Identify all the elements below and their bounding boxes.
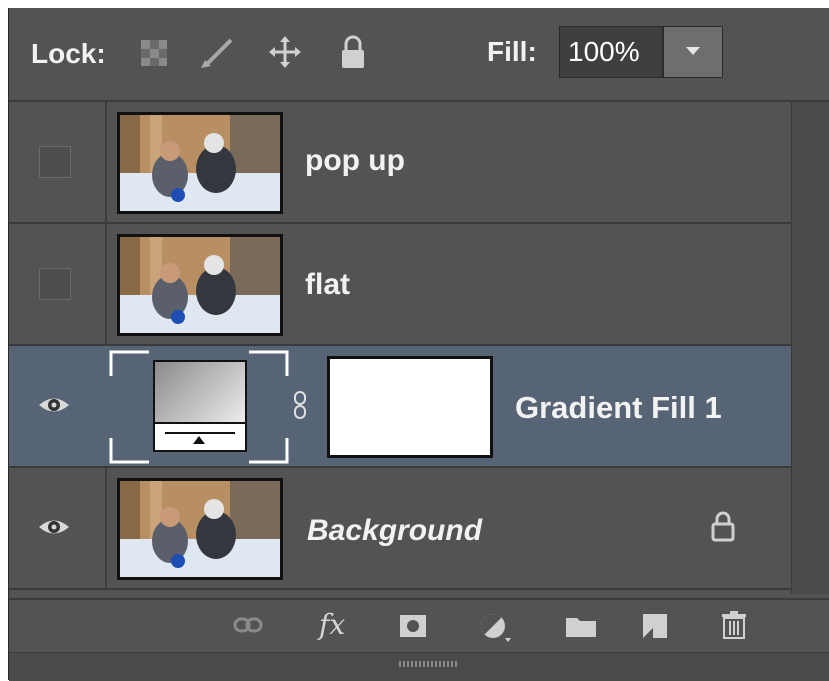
- layer-row-selected[interactable]: Gradient Fill 1: [9, 346, 791, 468]
- resize-bar[interactable]: [9, 652, 829, 681]
- visibility-empty-box[interactable]: [39, 146, 71, 178]
- folder-icon[interactable]: [565, 614, 597, 643]
- trash-icon[interactable]: [721, 610, 747, 645]
- link-icon[interactable]: [293, 390, 307, 425]
- eye-icon[interactable]: [37, 516, 71, 543]
- layer-name[interactable]: pop up: [305, 144, 405, 178]
- layer-row[interactable]: flat: [9, 224, 791, 346]
- gradient-thumbnail: [153, 360, 247, 452]
- link-layers-icon[interactable]: [233, 616, 263, 639]
- resize-grip-icon[interactable]: [399, 661, 459, 667]
- new-layer-icon[interactable]: [641, 612, 669, 645]
- fill-dropdown-button[interactable]: [663, 26, 723, 78]
- layer-lock-icon: [711, 510, 735, 547]
- fx-icon[interactable]: fx: [319, 608, 345, 641]
- layer-thumbnail: [117, 234, 283, 336]
- eye-icon[interactable]: [37, 394, 71, 421]
- layer-row[interactable]: pop up: [9, 102, 791, 224]
- visibility-empty-box[interactable]: [39, 268, 71, 300]
- lock-label: Lock:: [31, 38, 106, 69]
- move-icon[interactable]: [267, 34, 303, 75]
- fill-opacity-field[interactable]: 100%: [559, 26, 663, 78]
- padlock-icon[interactable]: [339, 34, 367, 75]
- visibility-toggle[interactable]: [9, 224, 107, 344]
- layers-panel: Lock: Fill: 100% pop up flat Gradient Fi…: [8, 8, 829, 681]
- layers-scrollbar[interactable]: [791, 102, 829, 594]
- fill-label: Fill:: [487, 36, 537, 67]
- layer-thumbnail: [117, 112, 283, 214]
- adjustment-layer-icon[interactable]: [479, 612, 513, 647]
- layer-thumbnail: [117, 478, 283, 580]
- layer-name[interactable]: flat: [305, 268, 350, 302]
- chevron-down-icon: [686, 47, 700, 55]
- layer-mask-thumbnail[interactable]: [327, 356, 493, 458]
- layer-row[interactable]: Background: [9, 468, 791, 590]
- brush-icon[interactable]: [199, 38, 235, 75]
- add-mask-icon[interactable]: [399, 614, 427, 643]
- lock-transparent-pixels-icon[interactable]: [139, 38, 169, 73]
- visibility-toggle[interactable]: [9, 102, 107, 222]
- visibility-toggle[interactable]: [9, 468, 107, 588]
- layer-name[interactable]: Background: [307, 514, 482, 548]
- lock-fill-bar: Lock: Fill: 100%: [9, 8, 829, 102]
- layers-list: pop up flat Gradient Fill 1 Background: [9, 102, 791, 590]
- layers-toolbar: fx: [9, 598, 829, 652]
- visibility-toggle[interactable]: [9, 346, 105, 466]
- layer-name[interactable]: Gradient Fill 1: [515, 390, 722, 426]
